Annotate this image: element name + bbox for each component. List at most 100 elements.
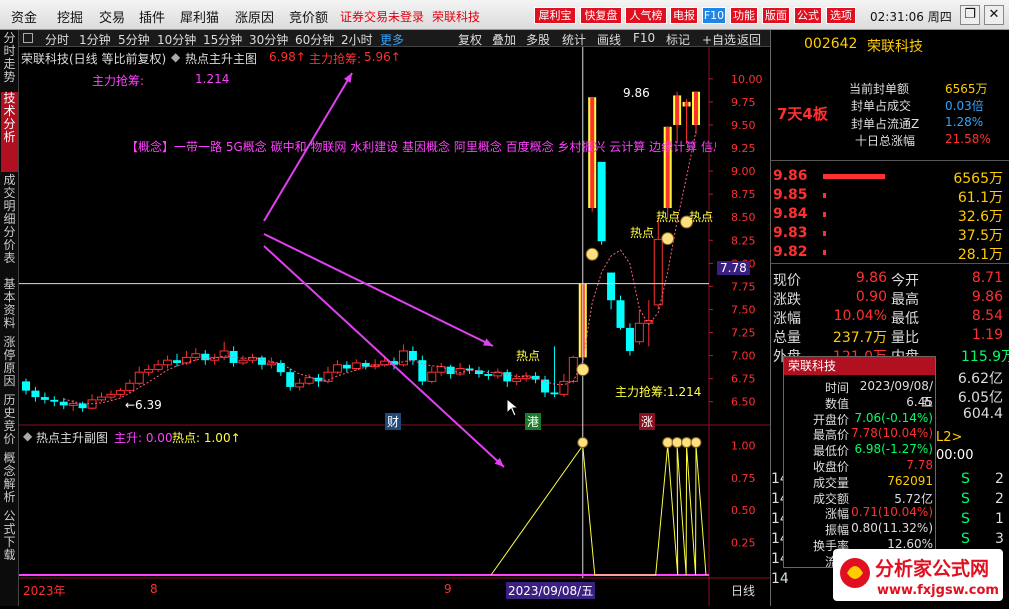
tool-popularity-button[interactable]: 人气榜 xyxy=(625,7,667,24)
zhuli-value: 5.96↑ xyxy=(364,50,401,64)
marker-cai[interactable]: 财 xyxy=(385,413,402,430)
popup-label: 收盘价 xyxy=(812,460,849,474)
menu-bar: 资金 挖掘 交易 插件 犀利猫 涨原因 竞价额 证券交易未登录 荣联科技 犀利宝… xyxy=(0,0,1009,30)
tab-formula-download[interactable]: 公式下载 xyxy=(1,510,18,566)
ask-price: 9.83 xyxy=(773,225,808,241)
tool-options-button[interactable]: 选项 xyxy=(826,7,856,24)
tool-xilibao-button[interactable]: 犀利宝 xyxy=(534,7,576,24)
menu-auction[interactable]: 竞价额 xyxy=(289,7,328,26)
money-bag-icon xyxy=(662,436,674,448)
btn-back[interactable]: 返回 xyxy=(737,31,761,48)
period-2hour[interactable]: 2小时 xyxy=(341,31,373,48)
tab-auction-history[interactable]: 历史竞价 xyxy=(1,394,18,450)
money-bag-icon xyxy=(661,232,675,246)
left-zhuli-value: 1.214 xyxy=(195,72,230,86)
candle-body-down xyxy=(484,374,493,376)
money-bag-icon xyxy=(681,436,693,448)
indicator-name[interactable]: 热点主升主图 xyxy=(185,50,257,67)
candle-body-down xyxy=(446,366,455,375)
quote-xj-label: 现价 xyxy=(773,273,801,289)
kline-chart[interactable]: 10.009.759.509.259.008.758.508.258.007.7… xyxy=(19,47,770,606)
chart-collapse-icon[interactable]: ◆ xyxy=(171,50,180,64)
ask-bar xyxy=(823,174,885,179)
btn-mark[interactable]: 标记 xyxy=(666,31,690,48)
popup-label: 最高价 xyxy=(812,428,849,443)
btn-draw[interactable]: 画线 xyxy=(597,31,621,48)
quote-np-value: 115.9万 xyxy=(961,349,1009,365)
tab-profile[interactable]: 基本资料 xyxy=(1,278,18,334)
btn-add-watch[interactable]: +自选 xyxy=(702,31,736,48)
candle-body-down xyxy=(50,399,59,402)
hot-label-4: 热点 xyxy=(689,210,714,224)
tab-concept[interactable]: 概念解析 xyxy=(1,452,18,508)
tool-formula-button[interactable]: 公式 xyxy=(794,7,822,24)
candle-body-up xyxy=(351,362,361,369)
quote-zf-label: 涨幅 xyxy=(773,311,801,327)
period-5min[interactable]: 5分钟 xyxy=(118,31,150,48)
candle-body-up xyxy=(191,353,201,358)
menu-mining[interactable]: 挖掘 xyxy=(57,7,83,26)
candle-body-up xyxy=(427,371,437,382)
tab-price-table[interactable]: 分价表 xyxy=(1,226,18,276)
login-status[interactable]: 证券交易未登录 xyxy=(340,8,424,25)
marker-gang[interactable]: 港 xyxy=(525,413,542,430)
period-30min[interactable]: 30分钟 xyxy=(249,31,288,48)
marker-zhang[interactable]: 涨 xyxy=(639,413,656,430)
period-15min[interactable]: 15分钟 xyxy=(203,31,242,48)
quote-zf-value: 10.04% xyxy=(833,308,887,324)
menu-trade[interactable]: 交易 xyxy=(99,7,125,26)
period-more[interactable]: 更多 xyxy=(380,31,404,48)
sub-tick-label: 0.75 xyxy=(731,472,756,485)
candle-body-up xyxy=(398,350,408,366)
sub-zhusheng: 主升: 0.00 xyxy=(114,431,173,445)
period-daily-label[interactable]: 日线 xyxy=(731,582,755,599)
period-10min[interactable]: 10分钟 xyxy=(157,31,196,48)
seal-amount-value: 6565万 xyxy=(945,82,988,96)
candle-body-up xyxy=(568,356,578,382)
restore-icon[interactable]: ❐ xyxy=(960,5,980,25)
tool-layout-button[interactable]: 版面 xyxy=(762,7,790,24)
candle-body-down xyxy=(625,327,634,351)
tool-review-button[interactable]: 快复盘 xyxy=(580,7,622,24)
zhuli-label: 主力抢筹: xyxy=(309,52,362,66)
sub-title[interactable]: 热点主升副图 xyxy=(36,429,108,446)
tab-technical[interactable]: 技术分析 xyxy=(1,92,18,172)
tab-limit-reason[interactable]: 涨停原因 xyxy=(1,336,18,392)
seal-float-label: 封单占流通Z xyxy=(851,117,920,131)
period-intraday[interactable]: 分时 xyxy=(45,31,69,48)
extra-3: 604.4 xyxy=(962,406,1003,422)
menu-xilimao[interactable]: 犀利猫 xyxy=(180,7,219,26)
candle-body-down xyxy=(616,300,625,328)
ask-bar xyxy=(823,250,826,255)
menu-plugins[interactable]: 插件 xyxy=(139,7,165,26)
tool-function-button[interactable]: 功能 xyxy=(730,7,758,24)
tab-intraday[interactable]: 分时走势 xyxy=(1,32,18,90)
close-icon[interactable]: ✕ xyxy=(984,5,1004,25)
tool-f10-button[interactable]: F10 xyxy=(702,7,726,24)
btn-adjust[interactable]: 复权 xyxy=(458,31,482,48)
menu-limit-reason[interactable]: 涨原因 xyxy=(235,7,274,26)
candle-body-up xyxy=(653,238,663,306)
tab-trade-detail[interactable]: 成交明细 xyxy=(1,174,18,226)
btn-stats[interactable]: 统计 xyxy=(562,31,586,48)
candle-body-up xyxy=(238,359,248,364)
sub-collapse-icon[interactable]: ◆ xyxy=(23,429,32,443)
l2-link[interactable]: L2> xyxy=(936,430,962,445)
logo-cn: 分析家公式网 xyxy=(875,557,989,580)
popup-label: 最低价 xyxy=(812,444,849,459)
period-1min[interactable]: 1分钟 xyxy=(79,31,111,48)
btn-multi[interactable]: 多股 xyxy=(526,31,550,48)
money-bag-icon xyxy=(585,247,599,261)
menu-funds[interactable]: 资金 xyxy=(11,7,37,26)
toggle-box-icon[interactable] xyxy=(23,33,33,43)
x-label-year: 2023年 xyxy=(23,584,66,598)
btn-f10[interactable]: F10 xyxy=(633,31,655,45)
ask-volume: 61.1万 xyxy=(957,190,1003,206)
candle-body-down xyxy=(550,392,559,395)
candle-body-inner xyxy=(694,91,698,125)
popup-title: 荣联科技 xyxy=(784,357,935,375)
btn-overlay[interactable]: 叠加 xyxy=(492,31,516,48)
period-60min[interactable]: 60分钟 xyxy=(295,31,334,48)
tool-news-button[interactable]: 电报 xyxy=(670,7,698,24)
stock-code: 002642 xyxy=(804,36,858,52)
